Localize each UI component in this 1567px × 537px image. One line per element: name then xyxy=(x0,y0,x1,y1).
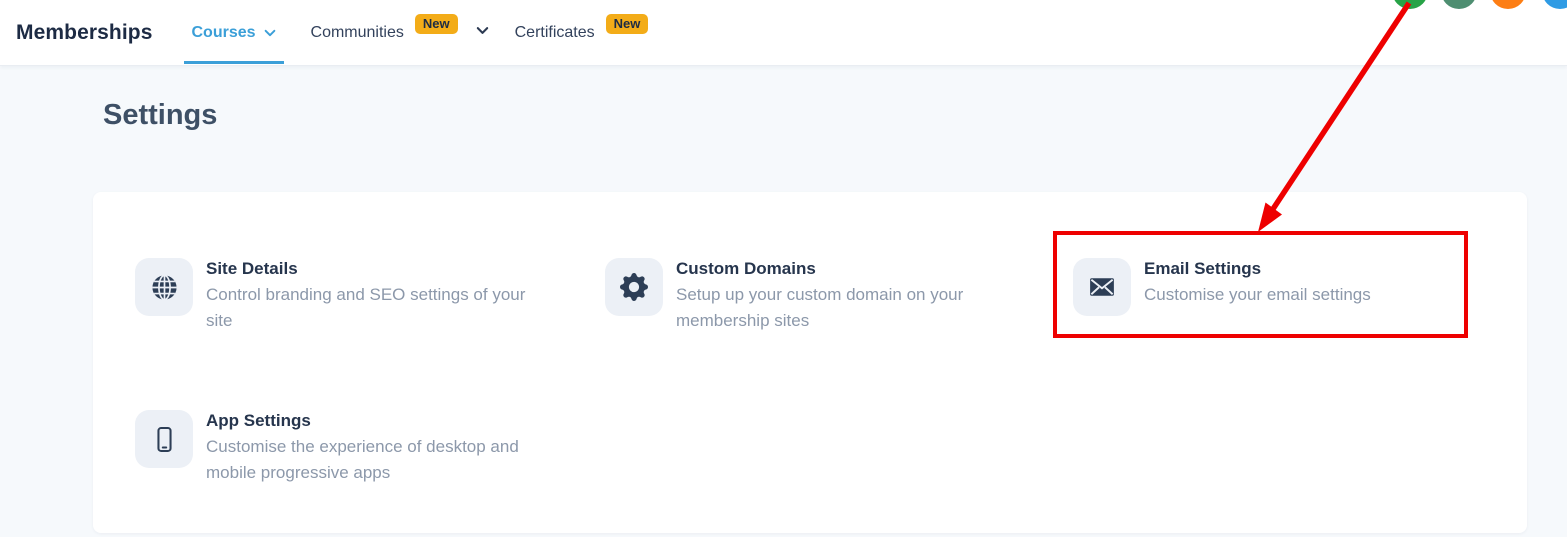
setting-description: Customise your email settings xyxy=(1144,282,1371,308)
setting-title: Site Details xyxy=(206,259,536,279)
tab-courses-label: Courses xyxy=(191,24,255,42)
setting-title: Email Settings xyxy=(1144,259,1371,279)
setting-item-email-settings[interactable]: Email Settings Customise your email sett… xyxy=(1073,258,1507,334)
settings-card: Site Details Control branding and SEO se… xyxy=(93,192,1527,533)
setting-title: App Settings xyxy=(206,411,536,431)
setting-description: Customise the experience of desktop and … xyxy=(206,434,536,486)
brand-memberships[interactable]: Memberships xyxy=(16,21,152,45)
setting-item-site-details[interactable]: Site Details Control branding and SEO se… xyxy=(135,258,605,334)
setting-item-custom-domains[interactable]: Custom Domains Setup up your custom doma… xyxy=(605,258,1073,334)
new-badge: New xyxy=(606,14,649,34)
setting-title: Custom Domains xyxy=(676,259,1006,279)
setting-description: Setup up your custom domain on your memb… xyxy=(676,282,1006,334)
top-navigation: Memberships Courses Communities New Cert… xyxy=(0,0,1567,66)
gear-icon xyxy=(605,258,663,316)
tab-certificates[interactable]: Certificates New xyxy=(515,0,649,66)
tab-courses[interactable]: Courses xyxy=(184,0,283,66)
setting-description: Control branding and SEO settings of you… xyxy=(206,282,536,334)
nav-more-dropdown[interactable] xyxy=(475,0,490,66)
new-badge: New xyxy=(415,14,458,34)
settings-grid: Site Details Control branding and SEO se… xyxy=(93,192,1527,486)
tab-certificates-label: Certificates xyxy=(515,24,595,42)
envelope-icon xyxy=(1073,258,1131,316)
chevron-down-icon xyxy=(263,26,277,40)
setting-item-app-settings[interactable]: App Settings Customise the experience of… xyxy=(135,410,605,486)
tab-communities[interactable]: Communities New xyxy=(311,0,458,66)
page-title: Settings xyxy=(103,99,217,132)
globe-icon xyxy=(135,258,193,316)
chevron-down-icon xyxy=(475,23,490,43)
tab-communities-label: Communities xyxy=(311,24,404,42)
phone-icon xyxy=(135,410,193,468)
